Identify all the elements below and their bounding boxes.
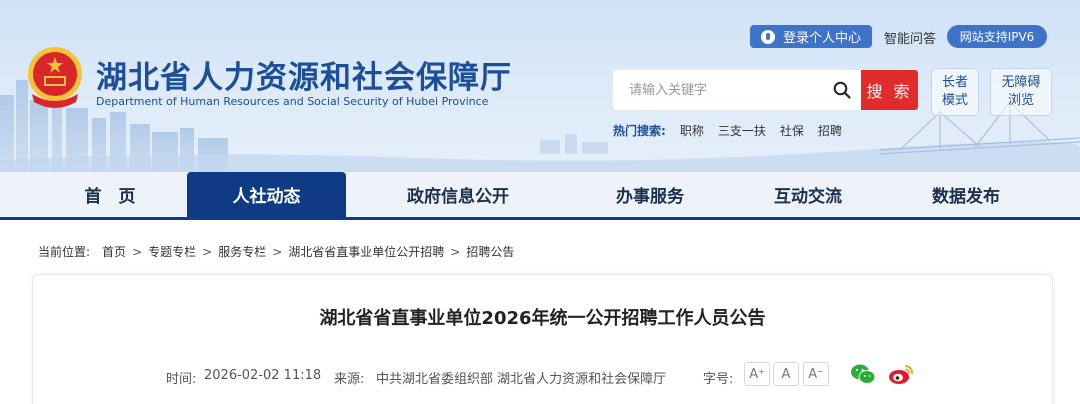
breadcrumb-item[interactable]: 首页 — [102, 243, 126, 260]
font-size-medium-text: A — [781, 366, 791, 382]
accessible-line1: 无障碍 — [1001, 75, 1041, 90]
search-icon[interactable] — [833, 81, 851, 99]
font-size-large-button[interactable]: A + — [744, 362, 770, 386]
hot-search-item[interactable]: 职称 — [680, 122, 704, 139]
elder-mode-line1: 长者 — [941, 75, 968, 90]
nav-item-gov-info[interactable]: 政府信息公开 — [368, 172, 548, 217]
elder-mode-line2: 模式 — [941, 93, 968, 108]
elder-mode-button[interactable]: 长者 模式 — [931, 68, 979, 116]
breadcrumb-label: 当前位置: — [38, 245, 91, 259]
breadcrumb-item[interactable]: 专题专栏 — [148, 243, 196, 260]
hot-search-item[interactable]: 社保 — [780, 122, 804, 139]
login-button[interactable]: 登录个人中心 — [750, 25, 872, 48]
weibo-icon[interactable] — [888, 363, 914, 385]
nav-item-interaction[interactable]: 互动交流 — [728, 172, 888, 217]
site-title: 湖北省人力资源和社会保障厅 — [96, 60, 512, 96]
nav-item-home[interactable]: 首 页 — [28, 172, 192, 217]
font-size-medium-button[interactable]: A — [773, 362, 799, 386]
search-button[interactable]: 搜 索 — [861, 70, 918, 110]
article-title: 湖北省省直事业单位2026年统一公开招聘工作人员公告 — [319, 308, 766, 329]
nav-item-data[interactable]: 数据发布 — [886, 172, 1046, 217]
font-size-small-button[interactable]: A − — [803, 362, 829, 386]
search-box — [613, 70, 861, 110]
breadcrumb-separator: > — [202, 244, 213, 259]
user-icon — [761, 29, 775, 44]
main-nav: 首 页 人社动态 政府信息公开 办事服务 互动交流 数据发布 — [0, 172, 1080, 220]
source-value: 中共湖北省委组织部 湖北省人力资源和社会保障厅 — [376, 372, 667, 387]
search-input[interactable] — [629, 82, 833, 98]
breadcrumb-item[interactable]: 服务专栏 — [218, 243, 266, 260]
login-label: 登录个人中心 — [783, 31, 862, 46]
ipv6-badge[interactable]: 网站支持IPV6 — [947, 25, 1047, 48]
publish-time-label: 时间: — [166, 372, 197, 387]
accessible-browse-button[interactable]: 无障碍 浏览 — [990, 68, 1052, 116]
breadcrumb-separator: > — [272, 244, 283, 259]
publish-time: 2026-02-02 11:18 — [204, 368, 322, 383]
hot-search: 热门搜索: 职称 三支一扶 社保 招聘 — [613, 122, 856, 139]
font-size-label: 字号: — [703, 372, 734, 387]
breadcrumb-item[interactable]: 湖北省省直事业单位公开招聘 — [288, 243, 444, 260]
nav-item-services[interactable]: 办事服务 — [570, 172, 730, 217]
font-size-large-text: A — [749, 366, 759, 382]
wechat-icon[interactable] — [850, 363, 876, 385]
national-emblem-icon — [28, 47, 82, 108]
hot-search-item[interactable]: 三支一扶 — [718, 122, 766, 139]
smart-qa-link[interactable]: 智能问答 — [884, 28, 936, 47]
breadcrumb-separator: > — [132, 244, 143, 259]
breadcrumb: 当前位置: 首页 > 专题专栏 > 服务专栏 > 湖北省省直事业单位公开招聘 >… — [38, 243, 514, 260]
site-banner: 湖北省人力资源和社会保障厅 Department of Human Resour… — [0, 0, 1080, 172]
nav-item-news[interactable]: 人社动态 — [187, 172, 346, 217]
accessible-line2: 浏览 — [1007, 93, 1034, 108]
font-size-small-text: A — [808, 366, 818, 382]
source-label: 来源: — [334, 372, 365, 387]
breadcrumb-item[interactable]: 招聘公告 — [466, 243, 514, 260]
breadcrumb-separator: > — [450, 244, 461, 259]
hot-search-item[interactable]: 招聘 — [818, 122, 842, 139]
hot-search-label: 热门搜索: — [613, 124, 666, 138]
site-subtitle: Department of Human Resources and Social… — [96, 95, 489, 108]
